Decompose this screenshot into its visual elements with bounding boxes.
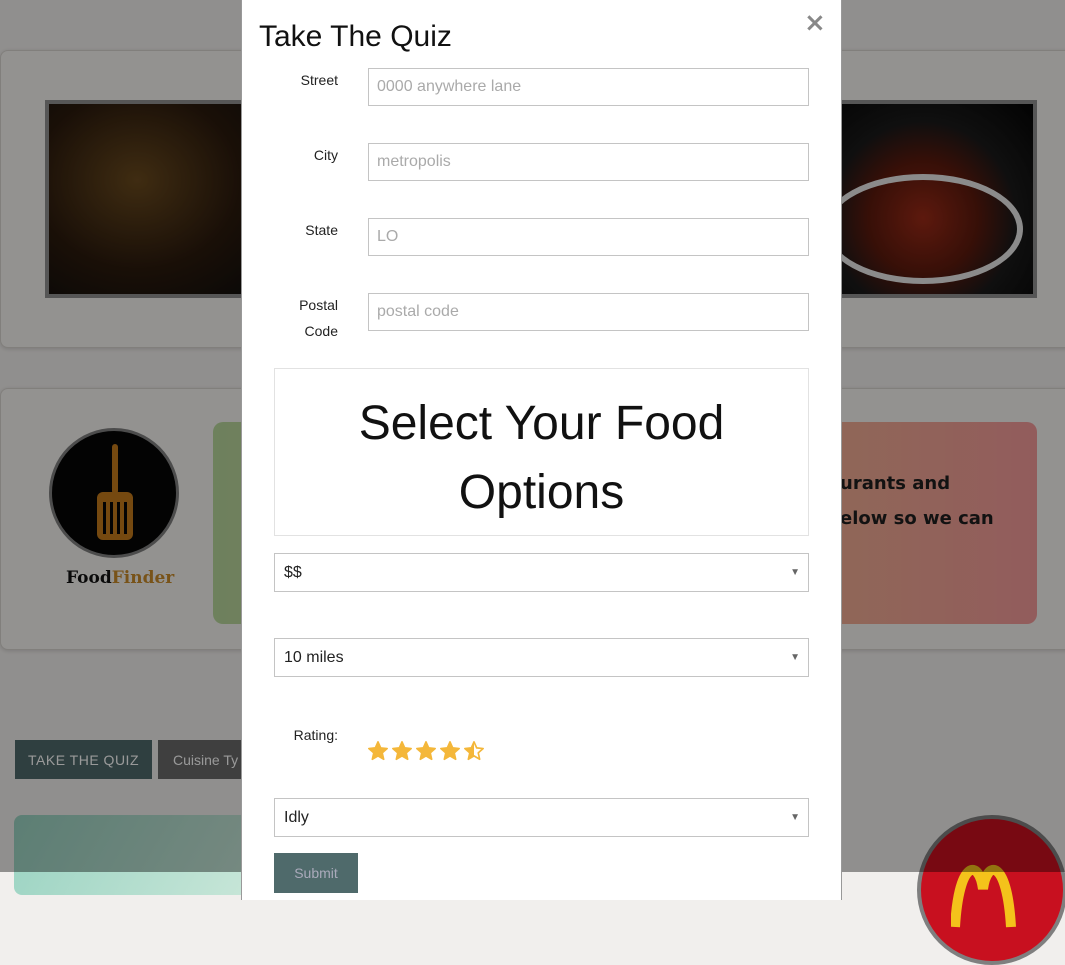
modal-title: Take The Quiz <box>259 20 452 53</box>
food-options-title: Select Your Food Options <box>358 397 725 519</box>
state-label: State <box>305 222 338 238</box>
close-icon[interactable]: × <box>804 10 826 36</box>
food-options-header: Select Your Food Options <box>274 368 809 536</box>
star-full-icon[interactable] <box>391 740 413 762</box>
street-input[interactable] <box>368 68 809 106</box>
chevron-down-icon: ▼ <box>790 652 800 663</box>
city-input[interactable] <box>368 143 809 181</box>
postal-label: Postal Code <box>278 292 338 344</box>
rating-label: Rating: <box>293 727 338 743</box>
distance-select-value: 10 miles <box>284 649 344 666</box>
star-full-icon[interactable] <box>439 740 461 762</box>
postal-label-line1: Postal <box>299 297 338 313</box>
star-full-icon[interactable] <box>415 740 437 762</box>
chevron-down-icon: ▼ <box>790 567 800 578</box>
submit-button[interactable]: Submit <box>274 853 358 893</box>
star-half-icon[interactable] <box>463 740 485 762</box>
price-select[interactable]: $$ ▼ <box>274 553 809 592</box>
price-select-value: $$ <box>284 564 302 581</box>
postal-code-input[interactable] <box>368 293 809 331</box>
postal-label-line2: Code <box>304 323 338 339</box>
quiz-modal: Take The Quiz × Street City State Postal… <box>241 0 842 900</box>
food-select[interactable]: Idly ▼ <box>274 798 809 837</box>
food-select-value: Idly <box>284 809 309 826</box>
street-label: Street <box>300 72 338 88</box>
distance-select[interactable]: 10 miles ▼ <box>274 638 809 677</box>
state-input[interactable] <box>368 218 809 256</box>
star-full-icon[interactable] <box>367 740 389 762</box>
rating-stars[interactable] <box>367 740 487 766</box>
chevron-down-icon: ▼ <box>790 812 800 823</box>
city-label: City <box>313 147 338 163</box>
